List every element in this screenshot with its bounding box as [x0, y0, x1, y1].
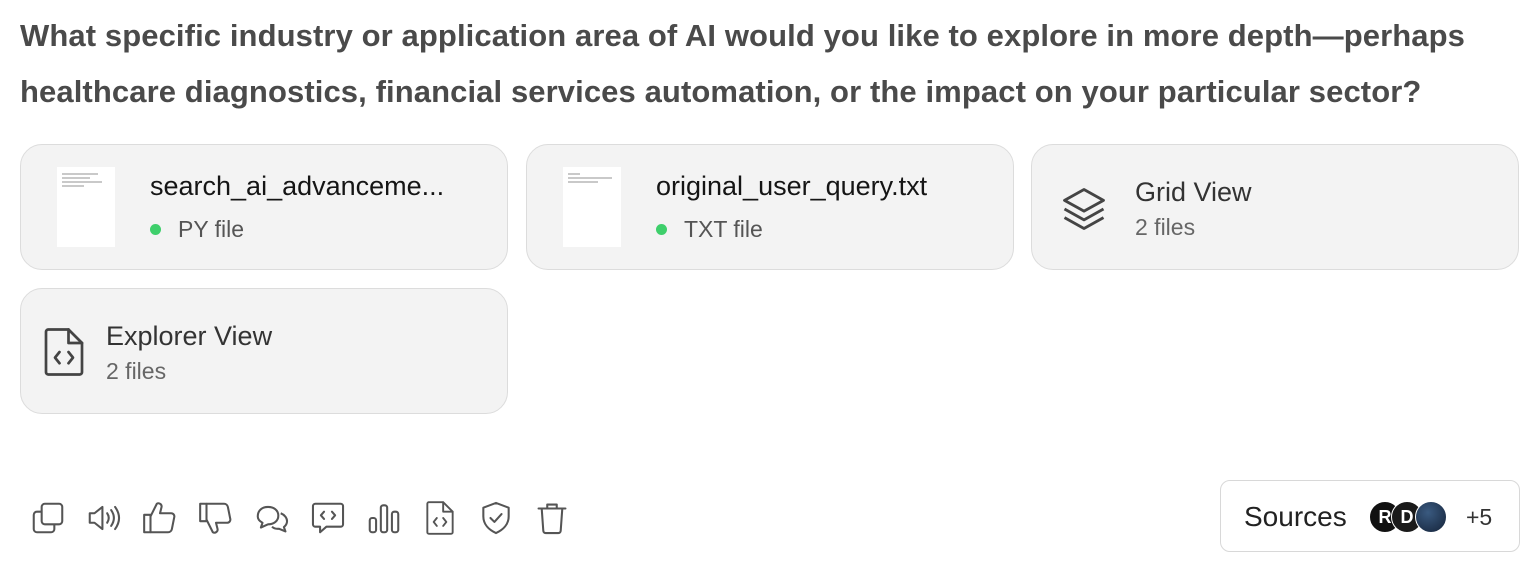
- thumbs-down-button[interactable]: [196, 498, 236, 538]
- attachment-filetype: PY file: [150, 216, 244, 243]
- status-dot: [656, 224, 667, 235]
- thumbs-up-icon: [143, 502, 176, 534]
- read-aloud-button[interactable]: [84, 498, 124, 538]
- code-file-button[interactable]: [420, 498, 460, 538]
- chart-button[interactable]: [364, 498, 404, 538]
- view-title: Grid View: [1135, 177, 1252, 207]
- chat-bubbles-icon: [256, 505, 289, 533]
- view-file-count: 2 files: [106, 358, 167, 384]
- thumbs-down-icon: [199, 502, 232, 534]
- attachment-card-py[interactable]: search_ai_advanceme... PY file: [20, 144, 508, 270]
- attachment-filename: original_user_query.txt: [656, 171, 928, 201]
- attachment-card-txt[interactable]: original_user_query.txt TXT file: [526, 144, 1014, 270]
- attachment-filetype: TXT file: [656, 216, 763, 243]
- code-file-icon: [41, 325, 87, 384]
- code-bubble-icon: [311, 502, 345, 534]
- grid-view-card[interactable]: Grid View 2 files: [1031, 144, 1519, 270]
- explorer-view-card[interactable]: Explorer View 2 files: [20, 288, 508, 414]
- discuss-button[interactable]: [252, 498, 292, 538]
- read-aloud-icon: [88, 505, 121, 531]
- verify-button[interactable]: [476, 498, 516, 538]
- sources-label: Sources: [1244, 501, 1347, 532]
- sources-button[interactable]: Sources R D +5: [1220, 480, 1520, 552]
- view-title: Explorer View: [106, 321, 273, 351]
- trash-icon: [537, 503, 567, 535]
- shield-check-icon: [482, 501, 510, 535]
- status-dot: [150, 224, 161, 235]
- copy-icon: [32, 502, 64, 534]
- source-avatar: [1415, 501, 1447, 533]
- file-thumbnail: [57, 167, 115, 247]
- thumbs-up-button[interactable]: [140, 498, 180, 538]
- assistant-question: What specific industry or application ar…: [20, 18, 1466, 109]
- copy-button[interactable]: [28, 498, 68, 538]
- code-file-icon: [426, 501, 454, 535]
- attachment-filename: search_ai_advanceme...: [150, 171, 445, 201]
- bar-chart-icon: [368, 504, 400, 534]
- delete-button[interactable]: [532, 498, 572, 538]
- layers-icon: [1058, 183, 1110, 240]
- code-comment-button[interactable]: [308, 498, 348, 538]
- file-thumbnail: [563, 167, 621, 247]
- sources-more-count: +5: [1466, 504, 1493, 530]
- view-file-count: 2 files: [1135, 214, 1196, 240]
